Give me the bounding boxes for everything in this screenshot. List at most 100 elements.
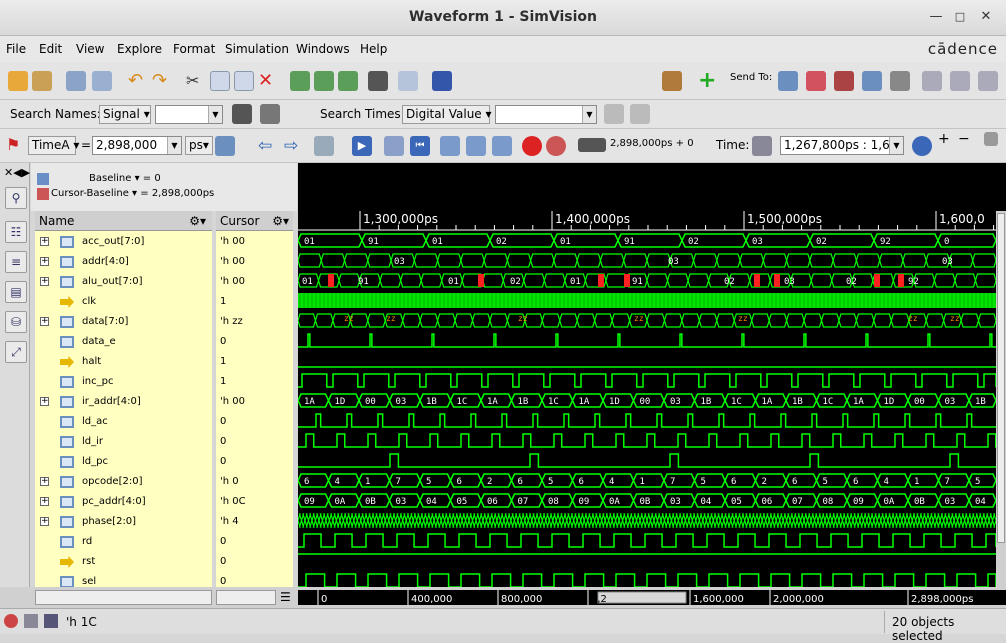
signal-row[interactable]: + alu_out[7:0] (35, 272, 212, 292)
cursor-column-gear-icon[interactable]: ⚙▾ (272, 214, 289, 228)
zoom-full-icon[interactable] (984, 132, 998, 146)
expand-icon[interactable]: + (40, 397, 49, 406)
save-icon[interactable] (66, 71, 86, 91)
expand-icon[interactable]: + (40, 317, 49, 326)
baseline-label[interactable]: Baseline ▾ = 0 (89, 173, 161, 184)
rewind-icon[interactable]: ⏮ (410, 136, 430, 156)
cursor-snap-icon[interactable] (215, 136, 235, 156)
copy-icon[interactable] (210, 71, 230, 91)
zoom-fit-icon[interactable] (314, 136, 334, 156)
send-table-icon[interactable] (922, 71, 942, 91)
cursor-hscroll[interactable] (216, 590, 276, 605)
menu-windows[interactable]: Windows (296, 42, 350, 56)
cursor-column-header[interactable]: Cursor ⚙▾ (216, 211, 293, 231)
status-tools-icon[interactable] (24, 614, 38, 628)
menu-edit[interactable]: Edit (39, 42, 62, 56)
signal-row[interactable]: + data[7:0] (35, 312, 212, 332)
zoom-icon[interactable] (912, 136, 932, 156)
toolbox-icon[interactable] (662, 71, 682, 91)
signal-row[interactable]: + phase[2:0] (35, 512, 212, 532)
signal-row[interactable]: ld_ac (35, 412, 212, 432)
time-range-icon[interactable] (752, 136, 772, 156)
send-design-browser-icon[interactable] (862, 71, 882, 91)
send-memory-icon[interactable] (978, 71, 998, 91)
waveform-expand-icon[interactable] (338, 71, 358, 91)
cursor-flag-icon[interactable]: ⚑ (6, 135, 26, 155)
send-register-icon[interactable] (890, 71, 910, 91)
signal-row[interactable]: + addr[4:0] (35, 252, 212, 272)
send-waveform-icon[interactable] (806, 71, 826, 91)
menu-format[interactable]: Format (173, 42, 215, 56)
search-times-input[interactable]: ▼ (495, 105, 597, 124)
search-times-mode-select[interactable]: Digital Value ▾ (402, 105, 492, 124)
menu-explore[interactable]: Explore (117, 42, 162, 56)
signal-row[interactable]: data_e (35, 332, 212, 352)
prev-edge-icon[interactable]: ⇦ (258, 136, 278, 156)
record-icon[interactable] (546, 136, 566, 156)
reload-icon[interactable] (32, 71, 52, 91)
name-column-header[interactable]: Name ⚙▾ (35, 211, 212, 231)
search-prev-icon[interactable] (604, 104, 624, 124)
waveform-group-icon[interactable] (290, 71, 310, 91)
search-names-input[interactable]: ▼ (155, 105, 223, 124)
signal-row[interactable]: clk (35, 292, 212, 312)
signal-row[interactable]: + acc_out[7:0] (35, 232, 212, 252)
step-in-icon[interactable] (440, 136, 460, 156)
expand-icon[interactable]: + (40, 517, 49, 526)
search-names-icon[interactable] (232, 104, 252, 124)
maximize-icon[interactable]: □ (952, 9, 968, 25)
step-over-icon[interactable] (466, 136, 486, 156)
grid-icon[interactable] (398, 71, 418, 91)
time-range-input[interactable]: 1,267,800ps : 1,63 ▼ (780, 136, 904, 155)
signal-row[interactable]: inc_pc (35, 372, 212, 392)
cut-icon[interactable]: ✂ (186, 71, 206, 91)
redo-icon[interactable]: ↷ (152, 71, 172, 91)
waveform-canvas[interactable]: 1,300,000ps 1,400,000ps 1,500,000ps 1,600,0… (298, 163, 1006, 587)
binoculars-icon[interactable] (368, 71, 388, 91)
run-icon[interactable]: ▶ (352, 136, 372, 156)
vertical-scrollbar[interactable] (996, 211, 1006, 587)
close-icon[interactable]: ✕ (978, 9, 994, 25)
expand-icon[interactable]: + (40, 497, 49, 506)
paste-icon[interactable] (234, 71, 254, 91)
search-names-mode-select[interactable]: Signal ▾ (99, 105, 151, 124)
expand-icon[interactable]: + (40, 477, 49, 486)
step-icon[interactable] (384, 136, 404, 156)
list-options-icon[interactable]: ☰ (280, 590, 291, 604)
cursor-select[interactable]: TimeA ▾ (28, 136, 79, 155)
zoom-in-icon[interactable]: + (938, 132, 952, 146)
stop-icon[interactable] (522, 136, 542, 156)
menu-help[interactable]: Help (360, 42, 387, 56)
print-icon[interactable] (92, 71, 112, 91)
send-list-icon[interactable] (950, 71, 970, 91)
delete-icon[interactable]: ✕ (258, 71, 278, 91)
cursor-time-input[interactable]: 2,898,000 ▼ (92, 136, 182, 155)
minimize-icon[interactable]: — (928, 9, 944, 25)
transaction-icon[interactable]: ⛁ (5, 311, 27, 333)
close-panel-icon[interactable]: ✕◀▶ (4, 166, 30, 179)
next-edge-icon[interactable]: ⇨ (284, 136, 304, 156)
step-out-icon[interactable] (492, 136, 512, 156)
time-unit-select[interactable]: ps▾ (185, 136, 213, 155)
menu-simulation[interactable]: Simulation (225, 42, 289, 56)
compare-icon[interactable]: ⤢ (5, 341, 27, 363)
search-next-icon[interactable] (630, 104, 650, 124)
expand-icon[interactable]: + (40, 257, 49, 266)
design-browser-icon[interactable]: ⚲ (5, 187, 27, 209)
status-stop-icon[interactable] (4, 614, 18, 628)
waveform-ungroup-icon[interactable] (314, 71, 334, 91)
name-column-gear-icon[interactable]: ⚙▾ (189, 214, 206, 228)
waveform-svg[interactable]: 1,300,000ps 1,400,000ps 1,500,000ps 1,600,0… (298, 163, 1006, 587)
signal-row[interactable]: ld_ir (35, 432, 212, 452)
overview-svg[interactable]: 0 400,000 800,000 1,2 1,600,000 2,000,000 2,89… (298, 590, 1006, 605)
zoom-out-icon[interactable]: − (958, 132, 972, 146)
expand-icon[interactable]: + (40, 277, 49, 286)
search-names-next-icon[interactable] (260, 104, 280, 124)
signal-row[interactable]: + pc_addr[4:0] (35, 492, 212, 512)
undo-icon[interactable]: ↶ (128, 71, 148, 91)
expand-icon[interactable]: + (40, 237, 49, 246)
signal-row[interactable]: rst (35, 552, 212, 572)
status-save-icon[interactable] (44, 614, 58, 628)
send-source-icon[interactable] (834, 71, 854, 91)
open-database-icon[interactable] (8, 71, 28, 91)
